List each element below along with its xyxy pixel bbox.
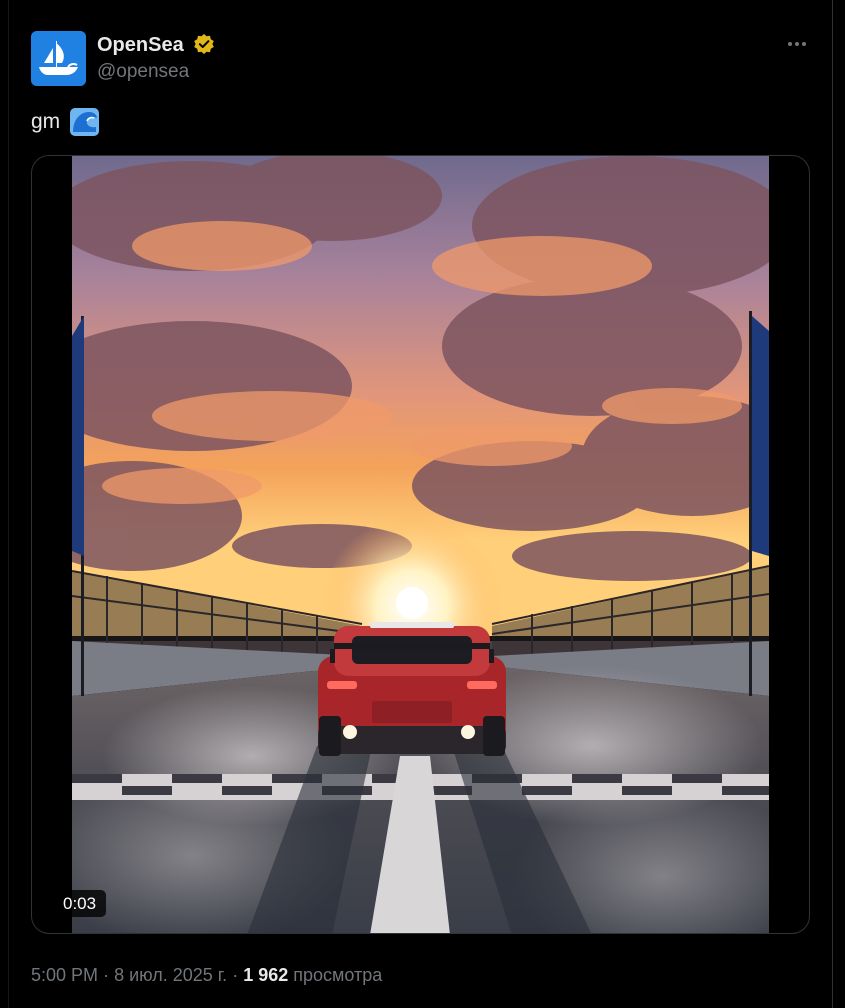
water-wave-icon: [70, 108, 99, 136]
left-border: [8, 0, 9, 1008]
separator: ·: [232, 965, 239, 985]
views-label: просмотра: [293, 965, 383, 985]
video-duration-badge: 0:03: [53, 890, 107, 917]
tweet-time[interactable]: 5:00 PM: [31, 965, 98, 985]
tweet-text: gm: [31, 110, 61, 133]
author-name[interactable]: OpenSea: [97, 33, 184, 57]
views-count: 1 962: [243, 965, 289, 985]
author-handle[interactable]: @opensea: [97, 60, 189, 84]
tweet-date[interactable]: 8 июл. 2025 г.: [114, 965, 227, 985]
avatar[interactable]: [31, 31, 86, 86]
more-options-icon[interactable]: [780, 30, 814, 58]
right-border: [832, 0, 833, 1008]
video-player[interactable]: [31, 155, 810, 934]
separator: ·: [103, 965, 110, 985]
video-frame: [72, 156, 769, 933]
tweet-metadata: 5:00 PM · 8 июл. 2025 г. · 1 962 просмот…: [31, 963, 382, 987]
opensea-logo-icon: [31, 31, 86, 86]
verified-badge-icon[interactable]: [193, 33, 215, 55]
